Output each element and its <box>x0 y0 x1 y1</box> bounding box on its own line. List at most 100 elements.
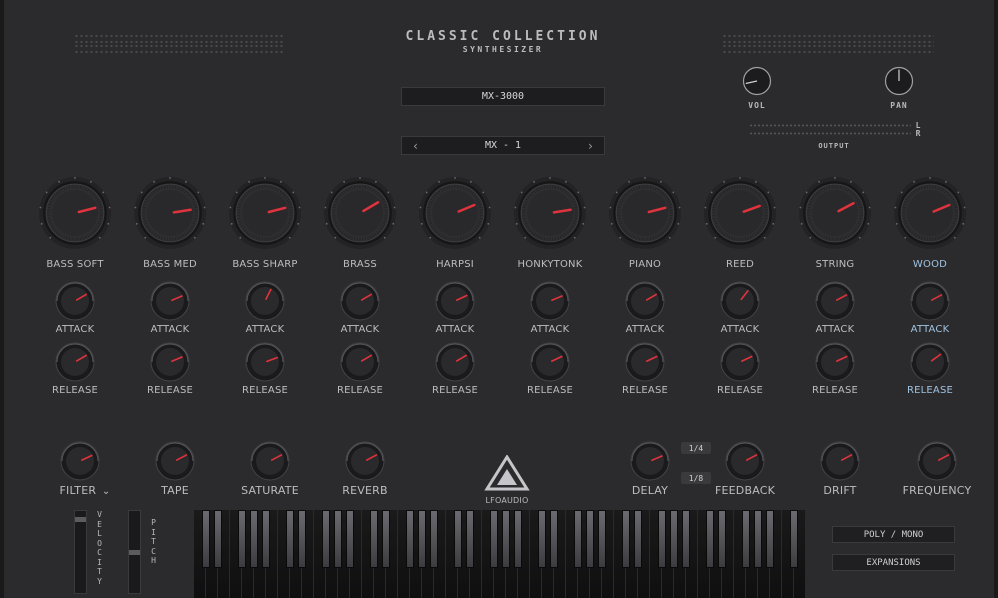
preset-display[interactable]: MX-3000 <box>401 87 605 106</box>
black-key[interactable] <box>406 510 414 568</box>
release-knob-string[interactable] <box>814 341 856 383</box>
black-key[interactable] <box>250 510 258 568</box>
release-knob-reed[interactable] <box>719 341 761 383</box>
black-key[interactable] <box>766 510 774 568</box>
knob-dial-icon <box>625 281 665 321</box>
black-key[interactable] <box>214 510 222 568</box>
attack-knob-bass-sharp[interactable] <box>244 280 286 322</box>
voice-knob-brass[interactable] <box>322 175 398 251</box>
voice-knob-bass-soft[interactable] <box>37 175 113 251</box>
voice-knob-reed[interactable] <box>702 175 778 251</box>
black-key[interactable] <box>430 510 438 568</box>
next-program-arrow-icon[interactable]: › <box>587 137 594 154</box>
knob-dial-icon <box>250 441 290 481</box>
attack-knob-harpsi[interactable] <box>434 280 476 322</box>
black-key[interactable] <box>370 510 378 568</box>
filter-knob[interactable] <box>59 440 101 482</box>
delay-1-8-button[interactable]: 1/8 <box>681 472 711 484</box>
black-key[interactable] <box>502 510 510 568</box>
black-key[interactable] <box>550 510 558 568</box>
voice-knob-piano[interactable] <box>607 175 683 251</box>
black-key[interactable] <box>742 510 750 568</box>
black-key[interactable] <box>790 510 798 568</box>
black-key[interactable] <box>262 510 270 568</box>
knob-dial-icon <box>625 342 665 382</box>
voice-knob-string[interactable] <box>797 175 873 251</box>
release-knob-wood[interactable] <box>909 341 951 383</box>
release-label-brass: RELEASE <box>336 385 384 396</box>
frequency-knob[interactable] <box>916 440 958 482</box>
feedback-knob[interactable] <box>724 440 766 482</box>
release-knob-brass[interactable] <box>339 341 381 383</box>
delay-knob[interactable] <box>629 440 671 482</box>
release-knob-bass-sharp[interactable] <box>244 341 286 383</box>
attack-knob-string[interactable] <box>814 280 856 322</box>
saturate-knob[interactable] <box>249 440 291 482</box>
black-key[interactable] <box>454 510 462 568</box>
chevron-down-icon[interactable]: ⌄ <box>102 486 111 497</box>
release-knob-harpsi[interactable] <box>434 341 476 383</box>
black-key[interactable] <box>574 510 582 568</box>
voice-knob-bass-med[interactable] <box>132 175 208 251</box>
voice-name-harpsi: HARPSI <box>436 259 474 270</box>
black-key[interactable] <box>346 510 354 568</box>
black-key[interactable] <box>202 510 210 568</box>
tape-knob[interactable] <box>154 440 196 482</box>
release-knob-honkytonk[interactable] <box>529 341 571 383</box>
drift-knob[interactable] <box>819 440 861 482</box>
voice-knob-wood[interactable] <box>892 175 968 251</box>
attack-knob-wood[interactable] <box>909 280 951 322</box>
voice-knob-honkytonk[interactable] <box>512 175 588 251</box>
delay-1-4-button[interactable]: 1/4 <box>681 442 711 454</box>
vol-knob[interactable] <box>742 66 772 96</box>
knob-dial-icon <box>55 342 95 382</box>
filter-label[interactable]: FILTER ⌄ <box>50 484 120 497</box>
prev-program-arrow-icon[interactable]: ‹ <box>412 137 419 154</box>
black-key[interactable] <box>754 510 762 568</box>
attack-label-bass-soft: ATTACK <box>55 324 95 335</box>
release-knob-bass-med[interactable] <box>149 341 191 383</box>
voice-knob-harpsi[interactable] <box>417 175 493 251</box>
black-key[interactable] <box>286 510 294 568</box>
black-key[interactable] <box>670 510 678 568</box>
app-title: CLASSIC COLLECTION <box>405 29 601 44</box>
black-key[interactable] <box>334 510 342 568</box>
black-key[interactable] <box>706 510 714 568</box>
attack-knob-bass-med[interactable] <box>149 280 191 322</box>
black-key[interactable] <box>514 510 522 568</box>
velocity-slider[interactable] <box>74 510 87 594</box>
black-key[interactable] <box>298 510 306 568</box>
black-key[interactable] <box>682 510 690 568</box>
attack-knob-bass-soft[interactable] <box>54 280 96 322</box>
pitch-slider-thumb[interactable] <box>129 549 140 555</box>
black-key[interactable] <box>658 510 666 568</box>
voice-knob-bass-sharp[interactable] <box>227 175 303 251</box>
black-key[interactable] <box>418 510 426 568</box>
black-key[interactable] <box>490 510 498 568</box>
black-key[interactable] <box>238 510 246 568</box>
expansions-button[interactable]: EXPANSIONS <box>832 554 955 571</box>
reverb-knob[interactable] <box>344 440 386 482</box>
black-key[interactable] <box>586 510 594 568</box>
attack-knob-reed[interactable] <box>719 280 761 322</box>
black-key[interactable] <box>382 510 390 568</box>
attack-knob-brass[interactable] <box>339 280 381 322</box>
attack-knob-piano[interactable] <box>624 280 666 322</box>
release-knob-piano[interactable] <box>624 341 666 383</box>
black-key[interactable] <box>466 510 474 568</box>
release-knob-bass-soft[interactable] <box>54 341 96 383</box>
black-key[interactable] <box>718 510 726 568</box>
knob-dial-icon <box>609 177 681 249</box>
pitch-slider[interactable] <box>128 510 141 594</box>
black-key[interactable] <box>634 510 642 568</box>
velocity-slider-thumb[interactable] <box>75 517 86 523</box>
attack-knob-honkytonk[interactable] <box>529 280 571 322</box>
black-key[interactable] <box>538 510 546 568</box>
pan-knob[interactable] <box>884 66 914 96</box>
poly-mono-button[interactable]: POLY / MONO <box>832 526 955 543</box>
piano-keyboard[interactable] <box>194 510 806 598</box>
black-key[interactable] <box>598 510 606 568</box>
black-key[interactable] <box>622 510 630 568</box>
black-key[interactable] <box>322 510 330 568</box>
program-selector[interactable]: ‹ MX - 1 › <box>401 136 605 155</box>
